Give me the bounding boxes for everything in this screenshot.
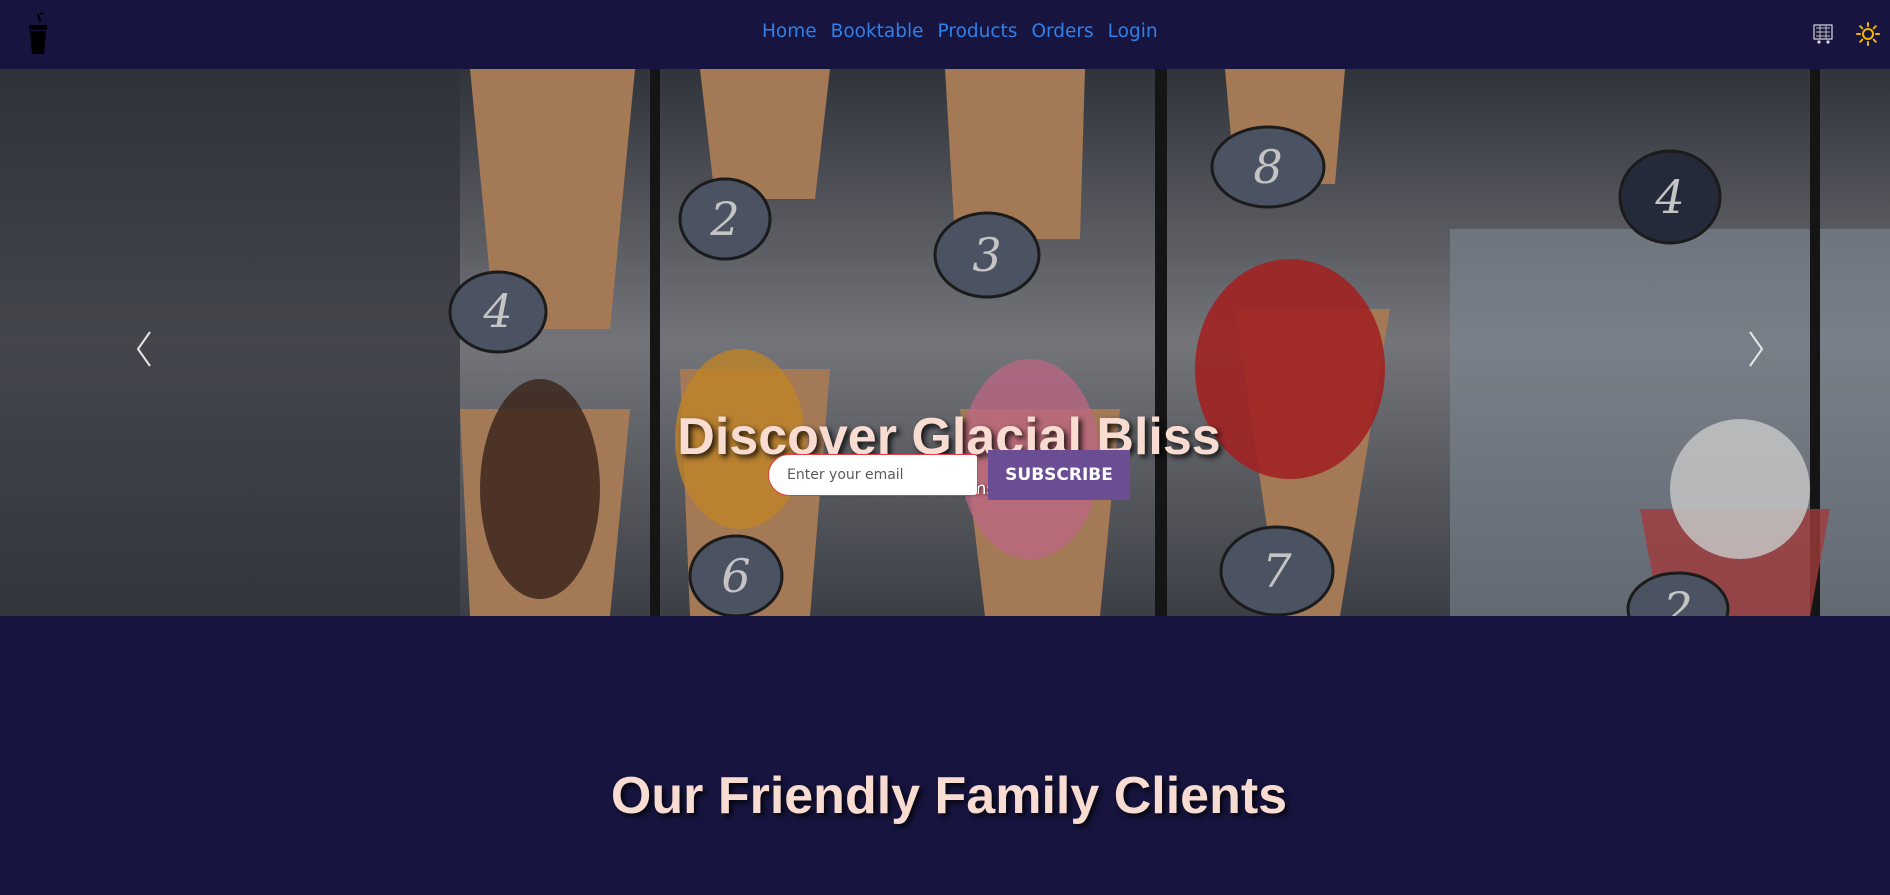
sun-icon[interactable]: [1856, 22, 1880, 46]
navbar: Home Booktable Products Orders Login: [0, 0, 1890, 69]
carousel-prev-arrow-icon[interactable]: [128, 324, 158, 374]
email-input[interactable]: [768, 454, 978, 496]
carousel-next-arrow-icon[interactable]: [1742, 324, 1772, 374]
cart-icon[interactable]: [1812, 22, 1836, 46]
nav-links: Home Booktable Products Orders Login: [762, 21, 1158, 42]
nav-link-orders[interactable]: Orders: [1031, 21, 1093, 42]
nav-link-home[interactable]: Home: [762, 21, 817, 42]
nav-link-products[interactable]: Products: [938, 21, 1018, 42]
cup-logo-icon[interactable]: [24, 12, 52, 56]
hero-image: 4 2 3 8 4 6 7 2: [0, 69, 1890, 616]
hero-carousel: 4 2 3 8 4 6 7 2 Discover Glacial Bliss D…: [0, 69, 1890, 616]
nav-link-booktable[interactable]: Booktable: [831, 21, 924, 42]
clients-section-title: Our Friendly Family Clients: [610, 767, 1288, 825]
nav-link-login[interactable]: Login: [1108, 21, 1158, 42]
subscribe-button[interactable]: SUBSCRIBE: [988, 450, 1130, 500]
